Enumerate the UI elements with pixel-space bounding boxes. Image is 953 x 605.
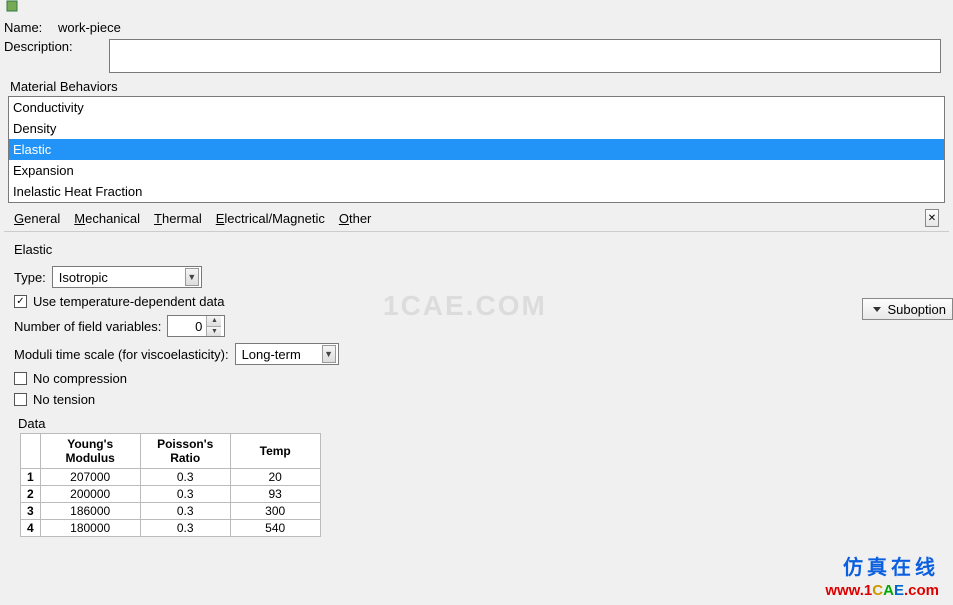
field-vars-input[interactable] <box>168 316 206 336</box>
row-number: 2 <box>21 486 41 503</box>
table-row[interactable]: 4 180000 0.3 540 <box>21 520 321 537</box>
type-label: Type: <box>14 270 46 285</box>
row-number: 1 <box>21 469 41 486</box>
suboptions-label: Suboption <box>887 302 946 317</box>
menu-thermal[interactable]: Thermal <box>154 211 202 226</box>
table-row[interactable]: 2 200000 0.3 93 <box>21 486 321 503</box>
cell-pr[interactable]: 0.3 <box>140 503 230 520</box>
cell-ym[interactable]: 180000 <box>40 520 140 537</box>
watermark-footer: 仿真在线 www.1CAE.com <box>825 551 939 599</box>
table-corner <box>21 434 41 469</box>
cell-pr[interactable]: 0.3 <box>140 486 230 503</box>
use-temp-label: Use temperature-dependent data <box>33 294 225 309</box>
no-compression-label: No compression <box>33 371 127 386</box>
field-vars-label: Number of field variables: <box>14 319 161 334</box>
cell-ym[interactable]: 186000 <box>40 503 140 520</box>
menu-other[interactable]: Other <box>339 211 372 226</box>
cell-temp[interactable]: 20 <box>230 469 320 486</box>
description-label: Description: <box>4 39 73 54</box>
delete-icon: ✕ <box>928 213 936 224</box>
menu-mechanical[interactable]: Mechanical <box>74 211 140 226</box>
watermark-cn: 仿真在线 <box>825 551 939 580</box>
type-dropdown-value: Isotropic <box>59 270 185 285</box>
behavior-item-inelastic-heat[interactable]: Inelastic Heat Fraction <box>9 181 944 202</box>
cell-pr[interactable]: 0.3 <box>140 520 230 537</box>
app-icon <box>6 0 18 12</box>
col-header-temp[interactable]: Temp <box>230 434 320 469</box>
menu-general[interactable]: General <box>14 211 60 226</box>
col-header-youngs-modulus[interactable]: Young's Modulus <box>40 434 140 469</box>
no-tension-label: No tension <box>33 392 95 407</box>
name-label: Name: <box>4 20 50 35</box>
table-row[interactable]: 1 207000 0.3 20 <box>21 469 321 486</box>
spinner-down-icon[interactable]: ▼ <box>207 327 221 337</box>
cell-temp[interactable]: 540 <box>230 520 320 537</box>
no-compression-checkbox[interactable] <box>14 372 27 385</box>
material-behaviors-label: Material Behaviors <box>4 79 949 94</box>
data-label: Data <box>12 416 945 431</box>
moduli-dropdown[interactable]: Long-term ▼ <box>235 343 339 365</box>
row-number: 3 <box>21 503 41 520</box>
moduli-dropdown-value: Long-term <box>242 347 322 362</box>
suboptions-button[interactable]: Suboption <box>862 298 953 320</box>
no-tension-checkbox[interactable] <box>14 393 27 406</box>
row-number: 4 <box>21 520 41 537</box>
cell-temp[interactable]: 93 <box>230 486 320 503</box>
chevron-down-icon: ▼ <box>322 345 336 363</box>
type-dropdown[interactable]: Isotropic ▼ <box>52 266 202 288</box>
behavior-item-expansion[interactable]: Expansion <box>9 160 944 181</box>
field-vars-spinner[interactable]: ▲ ▼ <box>167 315 225 337</box>
col-header-poissons-ratio[interactable]: Poisson's Ratio <box>140 434 230 469</box>
data-table[interactable]: Young's Modulus Poisson's Ratio Temp 1 2… <box>20 433 321 537</box>
moduli-label: Moduli time scale (for viscoelasticity): <box>14 347 229 362</box>
cell-pr[interactable]: 0.3 <box>140 469 230 486</box>
table-row[interactable]: 3 186000 0.3 300 <box>21 503 321 520</box>
behavior-item-density[interactable]: Density <box>9 118 944 139</box>
behavior-item-elastic[interactable]: Elastic <box>9 139 944 160</box>
spinner-up-icon[interactable]: ▲ <box>207 316 221 327</box>
title-bar <box>0 0 953 12</box>
material-behaviors-list[interactable]: Conductivity Density Elastic Expansion I… <box>8 96 945 203</box>
behavior-item-conductivity[interactable]: Conductivity <box>9 97 944 118</box>
name-value: work-piece <box>56 20 121 35</box>
elastic-section-label: Elastic <box>4 232 949 263</box>
behavior-menu-bar: General Mechanical Thermal Electrical/Ma… <box>4 203 949 232</box>
delete-behavior-button[interactable]: ✕ <box>925 209 939 227</box>
cell-ym[interactable]: 207000 <box>40 469 140 486</box>
use-temp-checkbox[interactable] <box>14 295 27 308</box>
menu-electrical[interactable]: Electrical/Magnetic <box>216 211 325 226</box>
cell-temp[interactable]: 300 <box>230 503 320 520</box>
triangle-down-icon <box>873 307 881 312</box>
chevron-down-icon: ▼ <box>185 268 199 286</box>
watermark-url: www.1CAE.com <box>825 582 939 599</box>
cell-ym[interactable]: 200000 <box>40 486 140 503</box>
description-input[interactable] <box>109 39 941 73</box>
